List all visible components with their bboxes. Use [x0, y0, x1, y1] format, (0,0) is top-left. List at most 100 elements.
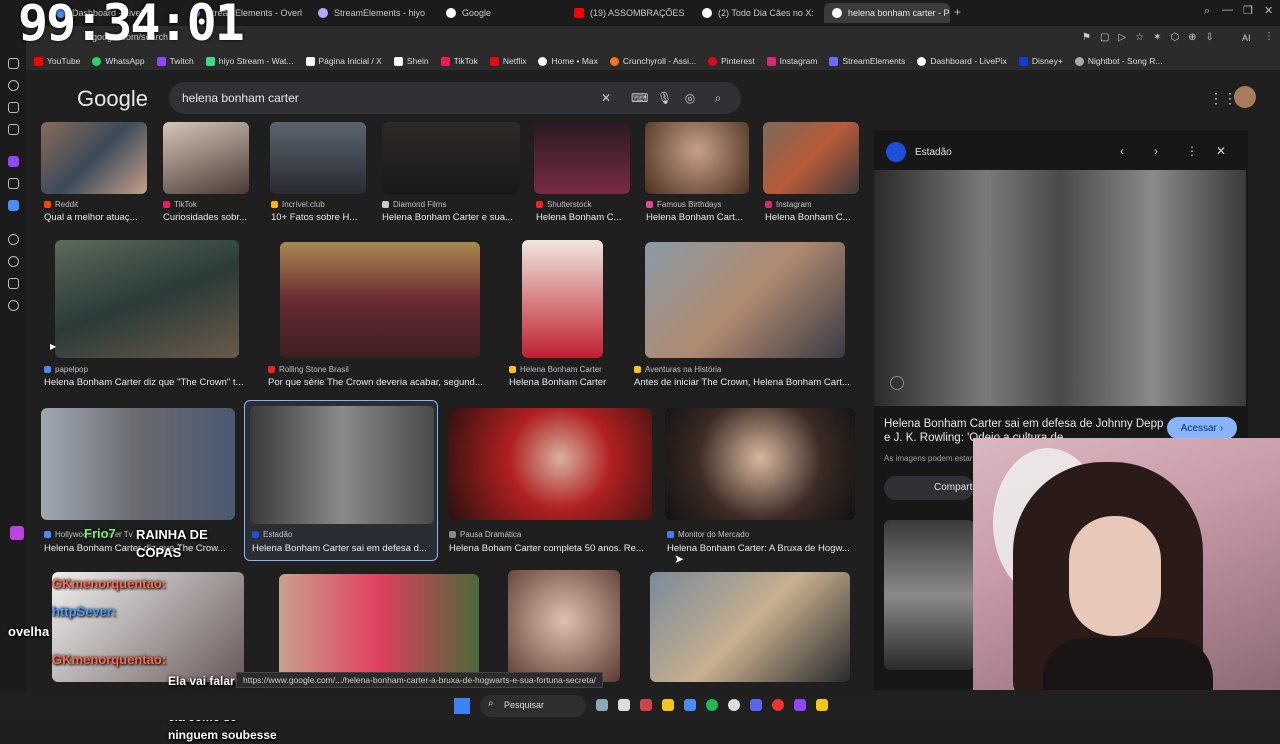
result-image[interactable]: [382, 122, 520, 194]
tab-google[interactable]: Google: [446, 3, 556, 23]
extension-icons[interactable]: ⚑▢▷☆✶⬡⊕⇩: [1082, 32, 1223, 43]
taskbar-app-icon[interactable]: [684, 699, 696, 711]
more-icon[interactable]: ⋮: [1264, 31, 1274, 42]
mic-icon[interactable]: 🎙: [657, 91, 672, 105]
search-tabs-icon[interactable]: ⌕: [1204, 5, 1210, 18]
result-title[interactable]: Helena Boham Carter completa 50 anos. Re…: [449, 543, 649, 554]
next-icon[interactable]: ›: [1154, 144, 1158, 158]
more-options-icon[interactable]: ⋮: [1186, 144, 1198, 158]
result-image[interactable]: [508, 570, 620, 682]
result-image[interactable]: [41, 408, 235, 520]
taskbar-app-icon[interactable]: [596, 699, 608, 711]
maximize-icon[interactable]: ❐: [1243, 4, 1253, 17]
related-image[interactable]: [884, 520, 974, 670]
reading-icon[interactable]: [8, 102, 19, 113]
bookmark-max[interactable]: Home • Max: [538, 56, 598, 66]
result-image[interactable]: [522, 240, 603, 358]
bookmark-disney[interactable]: Disney+: [1018, 56, 1063, 66]
taskbar-app-icon[interactable]: [618, 699, 630, 711]
taskbar-app-icon[interactable]: [772, 699, 784, 711]
result-image[interactable]: [270, 122, 366, 194]
result-title[interactable]: Curiosidades sobr...: [163, 212, 253, 223]
bookmark-pinterest[interactable]: Pinterest: [708, 56, 755, 66]
result-title[interactable]: Helena Bonham C...: [765, 212, 861, 223]
extensions-icon[interactable]: [8, 278, 19, 289]
taskbar-app-icon[interactable]: [640, 699, 652, 711]
history-icon[interactable]: [8, 58, 19, 69]
bookmark-hiyo[interactable]: hiyo Stream - Wat...: [205, 56, 294, 66]
result-image[interactable]: [163, 122, 249, 194]
result-image[interactable]: [55, 240, 239, 358]
result-image[interactable]: [41, 122, 147, 194]
taskbar-search[interactable]: Pesquisar: [480, 695, 586, 717]
share-button[interactable]: Compartilhar: [884, 476, 974, 500]
avatar[interactable]: [1234, 86, 1256, 108]
twitch-icon[interactable]: [8, 156, 19, 167]
new-tab-icon[interactable]: +: [954, 5, 961, 19]
result-image[interactable]: [650, 572, 850, 682]
previous-icon[interactable]: ‹: [1120, 144, 1124, 158]
result-image[interactable]: [763, 122, 859, 194]
twitch-icon[interactable]: [794, 699, 806, 711]
result-title[interactable]: Helena Bonham Carter diz que "The Crown"…: [44, 377, 248, 388]
spotify-icon[interactable]: [706, 699, 718, 711]
result-title[interactable]: Antes de iniciar The Crown, Helena Bonha…: [634, 377, 854, 388]
bookmark-youtube[interactable]: YouTube: [34, 56, 80, 66]
lens-icon[interactable]: ◎: [683, 91, 697, 105]
windows-start-icon[interactable]: [454, 698, 470, 714]
panel-source[interactable]: Estadão: [915, 147, 952, 158]
obs-icon[interactable]: [728, 699, 740, 711]
close-panel-icon[interactable]: ✕: [1216, 144, 1226, 158]
bookmark-streamelements[interactable]: StreamElements: [829, 56, 905, 66]
bookmarks-icon[interactable]: [8, 80, 19, 91]
result-image[interactable]: [645, 242, 845, 358]
result-title[interactable]: Helena Bonham Carter: [509, 377, 617, 388]
result-title[interactable]: Por que série The Crown deveria acabar, …: [268, 377, 488, 388]
bookmark-livepix[interactable]: Dashboard - LivePix: [917, 56, 1007, 66]
clear-icon[interactable]: ✕: [599, 91, 613, 105]
google-logo[interactable]: Google: [77, 86, 148, 112]
result-image[interactable]: [448, 408, 652, 520]
discord-icon[interactable]: [750, 699, 762, 711]
bookmark-shein[interactable]: Shein: [393, 56, 429, 66]
search-input[interactable]: helena bonham carter ✕ ⌨ 🎙 ◎ ⌕: [169, 82, 741, 114]
tab-youtube[interactable]: (19) ASSOMBRAÇÕES INE: [574, 3, 684, 23]
bookmark-nightbot[interactable]: Nightbot - Song R...: [1074, 56, 1162, 66]
visit-button[interactable]: Acessar ›: [1167, 417, 1237, 439]
bookmark-netflix[interactable]: Netflix: [489, 56, 526, 66]
result-title[interactable]: Qual a melhor atuaç...: [44, 212, 148, 223]
result-image[interactable]: [665, 408, 855, 520]
bookmark-twitch[interactable]: Twitch: [156, 56, 194, 66]
taskbar-app-icon[interactable]: [816, 699, 828, 711]
result-title[interactable]: Helena Bonham Cart...: [646, 212, 748, 223]
preview-image[interactable]: [874, 170, 1246, 406]
result-image[interactable]: [280, 242, 480, 358]
result-image[interactable]: [250, 406, 434, 524]
result-title[interactable]: Helena Bonham Carter: A Bruxa de Hogw...: [667, 543, 857, 554]
result-image[interactable]: [534, 122, 630, 194]
downloads-icon[interactable]: [8, 124, 19, 135]
bookmark-whatsapp[interactable]: WhatsApp: [92, 56, 145, 66]
lens-icon[interactable]: [890, 376, 904, 390]
play-icon[interactable]: [8, 234, 19, 245]
tab-streamelements-hiyo[interactable]: StreamElements - hiyo: [318, 3, 428, 23]
bookmark-instagram[interactable]: Instagram: [766, 56, 817, 66]
app-icon[interactable]: [8, 200, 19, 211]
clock-icon[interactable]: [8, 256, 19, 267]
search-icon[interactable]: ⌕: [711, 91, 725, 105]
ai-icon[interactable]: AI: [1242, 33, 1251, 43]
bookmark-tiktok[interactable]: TikTok: [440, 56, 478, 66]
close-window-icon[interactable]: ✕: [1264, 4, 1273, 17]
result-image[interactable]: [279, 574, 479, 682]
tab-helena-search[interactable]: helena bonham carter - P✕: [824, 3, 950, 23]
tab-x[interactable]: (2) Todo Dia Cães no X: ": [702, 3, 814, 23]
result-image[interactable]: [645, 122, 749, 194]
gear-icon[interactable]: [8, 300, 19, 311]
result-title[interactable]: Helena Bonham C...: [536, 212, 632, 223]
result-title[interactable]: Helena Bonham Carter e sua...: [382, 212, 520, 223]
keyboard-icon[interactable]: ⌨: [631, 91, 648, 105]
bookmark-x[interactable]: Página Inicial / X: [305, 56, 382, 66]
result-title[interactable]: Helena Bonham Carter sai em defesa d...: [252, 543, 432, 554]
folder-icon[interactable]: [662, 699, 674, 711]
bookmark-crunchyroll[interactable]: Crunchyroll - Assi...: [609, 56, 696, 66]
